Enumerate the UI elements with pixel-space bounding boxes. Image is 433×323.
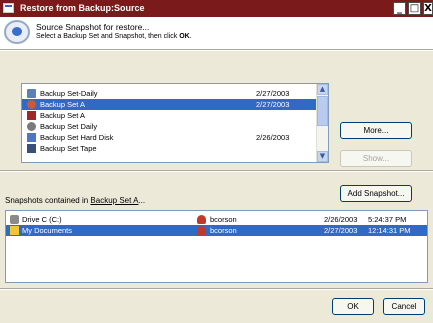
- app-icon: [3, 3, 14, 13]
- snapshots-label: Snapshots contained in Backup Set A...: [5, 196, 146, 205]
- snapshot-time: 12:14:31 PM: [368, 226, 411, 235]
- dialog-header: Source Snapshot for restore... Select a …: [0, 17, 433, 49]
- header-divider: [0, 49, 433, 51]
- header-title: Source Snapshot for restore...: [36, 22, 150, 32]
- backup-set-gray-icon: [27, 122, 36, 131]
- backup-set-name: Backup Set Tape: [40, 144, 97, 153]
- user-icon: [197, 215, 206, 224]
- ok-button[interactable]: OK: [332, 298, 374, 315]
- restore-dialog: Restore from Backup:Source _ □ X Source …: [0, 0, 433, 323]
- tape-icon: [27, 144, 36, 153]
- title-bar[interactable]: Restore from Backup:Source _ □ X: [0, 0, 433, 17]
- snapshot-list[interactable]: Drive C (C:) bcorson 2/26/2003 5:24:37 PM My…: [5, 210, 428, 283]
- snapshot-row[interactable]: My Documents bcorson 2/27/2003 12:14:31 PM: [6, 225, 427, 236]
- backup-set-name: Backup Set Daily: [40, 122, 98, 131]
- backup-set-name: Backup Set Hard Disk: [40, 133, 114, 142]
- backup-set-row[interactable]: Backup Set Daily: [22, 121, 316, 132]
- scroll-up-icon[interactable]: ▲: [317, 84, 328, 95]
- backup-set-row[interactable]: Backup Set A 2/27/2003: [22, 99, 316, 110]
- hard-disk-icon: [27, 133, 36, 142]
- drive-icon: [27, 89, 36, 98]
- backup-set-name: Backup Set A: [40, 100, 86, 109]
- backup-set-row[interactable]: Backup Set A: [22, 110, 316, 121]
- folder-icon: [10, 226, 19, 235]
- snapshot-date: 2/27/2003: [324, 226, 358, 235]
- maximize-button[interactable]: □: [408, 2, 421, 15]
- snapshot-row[interactable]: Drive C (C:) bcorson 2/26/2003 5:24:37 PM: [6, 214, 427, 225]
- snapshot-name: My Documents: [22, 226, 73, 235]
- snapshot-user: bcorson: [210, 226, 237, 235]
- backup-set-date: 2/27/2003: [256, 100, 290, 109]
- scroll-thumb[interactable]: [317, 96, 328, 126]
- backup-set-name: Backup Set A: [40, 111, 86, 120]
- minimize-button[interactable]: _: [393, 2, 406, 15]
- snapshots-set-name: Backup Set A: [90, 196, 139, 205]
- snapshot-user: bcorson: [210, 215, 237, 224]
- scroll-down-icon[interactable]: ▼: [317, 151, 328, 162]
- more-button[interactable]: More...: [340, 122, 412, 139]
- add-snapshot-button[interactable]: Add Snapshot...: [340, 185, 412, 202]
- window-title: Restore from Backup:Source: [20, 3, 145, 13]
- backup-set-name: Backup Set-Daily: [40, 89, 98, 98]
- snapshot-icon: [4, 20, 30, 44]
- backup-set-row[interactable]: Backup Set Tape: [22, 143, 316, 154]
- backup-set-icon: [27, 100, 36, 109]
- snapshot-name: Drive C (C:): [22, 215, 62, 224]
- backup-set-red-icon: [27, 111, 36, 120]
- header-subtitle: Select a Backup Set and Snapshot, then c…: [36, 33, 192, 40]
- snapshot-time: 5:24:37 PM: [368, 215, 407, 224]
- backup-set-row[interactable]: Backup Set Hard Disk 2/26/2003: [22, 132, 316, 143]
- snapshot-date: 2/26/2003: [324, 215, 358, 224]
- show-button[interactable]: Show...: [340, 150, 412, 167]
- user-icon: [197, 226, 206, 235]
- backup-set-date: 2/26/2003: [256, 133, 290, 142]
- section-divider: [0, 170, 433, 172]
- cancel-button[interactable]: Cancel: [383, 298, 425, 315]
- backup-set-row[interactable]: Backup Set-Daily 2/27/2003: [22, 88, 316, 99]
- backup-set-list[interactable]: ▲ ▼ Backup Set-Daily 2/27/2003 Backup Set …: [21, 83, 329, 163]
- disk-drive-icon: [10, 215, 19, 224]
- footer-divider: [0, 288, 433, 290]
- backup-set-scrollbar[interactable]: ▲ ▼: [316, 84, 328, 162]
- backup-set-date: 2/27/2003: [256, 89, 290, 98]
- close-button[interactable]: X: [423, 2, 433, 15]
